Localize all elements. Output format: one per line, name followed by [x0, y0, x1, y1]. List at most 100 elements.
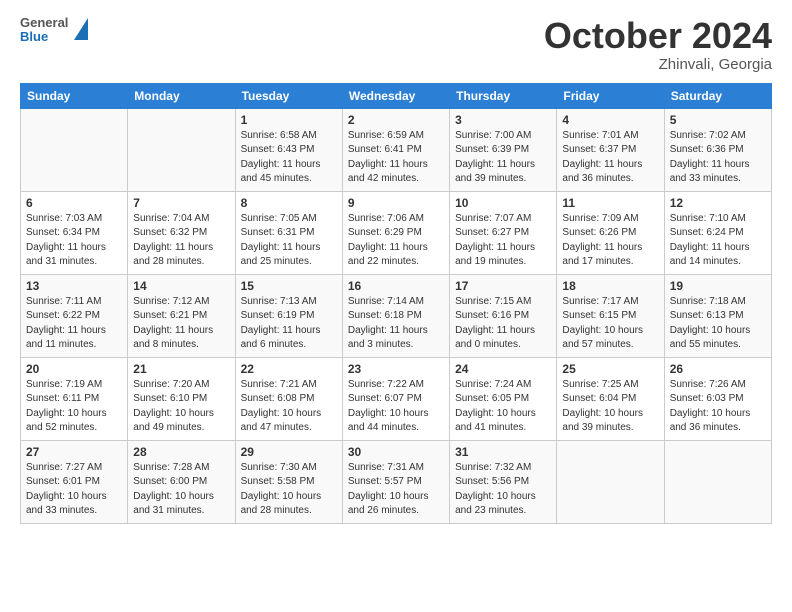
day-info: Sunrise: 7:19 AMSunset: 6:11 PMDaylight:…	[26, 379, 107, 434]
day-info: Sunrise: 7:30 AMSunset: 5:58 PMDaylight:…	[241, 462, 322, 517]
logo-text: General Blue	[20, 16, 68, 45]
calendar-cell: 14 Sunrise: 7:12 AMSunset: 6:21 PMDaylig…	[128, 274, 235, 357]
day-number: 8	[241, 196, 337, 210]
day-number: 7	[133, 196, 229, 210]
calendar-week-1: 6 Sunrise: 7:03 AMSunset: 6:34 PMDayligh…	[21, 191, 772, 274]
calendar-week-2: 13 Sunrise: 7:11 AMSunset: 6:22 PMDaylig…	[21, 274, 772, 357]
day-number: 19	[670, 279, 766, 293]
calendar-cell	[21, 108, 128, 191]
header-thursday: Thursday	[450, 83, 557, 108]
calendar-cell: 29 Sunrise: 7:30 AMSunset: 5:58 PMDaylig…	[235, 440, 342, 523]
day-number: 10	[455, 196, 551, 210]
day-number: 14	[133, 279, 229, 293]
day-info: Sunrise: 7:18 AMSunset: 6:13 PMDaylight:…	[670, 296, 751, 351]
day-info: Sunrise: 7:05 AMSunset: 6:31 PMDaylight:…	[241, 213, 321, 268]
calendar-cell: 4 Sunrise: 7:01 AMSunset: 6:37 PMDayligh…	[557, 108, 664, 191]
day-number: 3	[455, 113, 551, 127]
day-number: 16	[348, 279, 444, 293]
day-info: Sunrise: 7:32 AMSunset: 5:56 PMDaylight:…	[455, 462, 536, 517]
day-number: 28	[133, 445, 229, 459]
calendar-cell: 16 Sunrise: 7:14 AMSunset: 6:18 PMDaylig…	[342, 274, 449, 357]
day-number: 18	[562, 279, 658, 293]
calendar-cell: 23 Sunrise: 7:22 AMSunset: 6:07 PMDaylig…	[342, 357, 449, 440]
day-info: Sunrise: 7:17 AMSunset: 6:15 PMDaylight:…	[562, 296, 643, 351]
day-number: 17	[455, 279, 551, 293]
header-tuesday: Tuesday	[235, 83, 342, 108]
day-info: Sunrise: 7:11 AMSunset: 6:22 PMDaylight:…	[26, 296, 106, 351]
day-number: 30	[348, 445, 444, 459]
day-number: 21	[133, 362, 229, 376]
day-info: Sunrise: 6:58 AMSunset: 6:43 PMDaylight:…	[241, 130, 321, 185]
calendar-cell: 30 Sunrise: 7:31 AMSunset: 5:57 PMDaylig…	[342, 440, 449, 523]
calendar-body: 1 Sunrise: 6:58 AMSunset: 6:43 PMDayligh…	[21, 108, 772, 523]
calendar-week-3: 20 Sunrise: 7:19 AMSunset: 6:11 PMDaylig…	[21, 357, 772, 440]
day-number: 25	[562, 362, 658, 376]
day-number: 20	[26, 362, 122, 376]
calendar-cell: 19 Sunrise: 7:18 AMSunset: 6:13 PMDaylig…	[664, 274, 771, 357]
day-info: Sunrise: 7:27 AMSunset: 6:01 PMDaylight:…	[26, 462, 107, 517]
day-number: 23	[348, 362, 444, 376]
calendar-cell: 6 Sunrise: 7:03 AMSunset: 6:34 PMDayligh…	[21, 191, 128, 274]
calendar-cell: 12 Sunrise: 7:10 AMSunset: 6:24 PMDaylig…	[664, 191, 771, 274]
calendar-header: Sunday Monday Tuesday Wednesday Thursday…	[21, 83, 772, 108]
day-number: 6	[26, 196, 122, 210]
calendar-cell: 31 Sunrise: 7:32 AMSunset: 5:56 PMDaylig…	[450, 440, 557, 523]
day-info: Sunrise: 7:21 AMSunset: 6:08 PMDaylight:…	[241, 379, 322, 434]
calendar-cell: 22 Sunrise: 7:21 AMSunset: 6:08 PMDaylig…	[235, 357, 342, 440]
day-number: 9	[348, 196, 444, 210]
weekday-row: Sunday Monday Tuesday Wednesday Thursday…	[21, 83, 772, 108]
day-number: 26	[670, 362, 766, 376]
calendar-cell: 21 Sunrise: 7:20 AMSunset: 6:10 PMDaylig…	[128, 357, 235, 440]
day-info: Sunrise: 7:24 AMSunset: 6:05 PMDaylight:…	[455, 379, 536, 434]
header-monday: Monday	[128, 83, 235, 108]
logo: General Blue	[20, 16, 88, 45]
title-block: October 2024 Zhinvali, Georgia	[544, 16, 772, 73]
calendar-cell	[664, 440, 771, 523]
day-number: 4	[562, 113, 658, 127]
calendar-table: Sunday Monday Tuesday Wednesday Thursday…	[20, 83, 772, 524]
day-info: Sunrise: 7:10 AMSunset: 6:24 PMDaylight:…	[670, 213, 750, 268]
day-info: Sunrise: 7:03 AMSunset: 6:34 PMDaylight:…	[26, 213, 106, 268]
calendar-cell: 7 Sunrise: 7:04 AMSunset: 6:32 PMDayligh…	[128, 191, 235, 274]
calendar-cell: 8 Sunrise: 7:05 AMSunset: 6:31 PMDayligh…	[235, 191, 342, 274]
calendar-week-4: 27 Sunrise: 7:27 AMSunset: 6:01 PMDaylig…	[21, 440, 772, 523]
day-info: Sunrise: 7:25 AMSunset: 6:04 PMDaylight:…	[562, 379, 643, 434]
calendar-cell: 17 Sunrise: 7:15 AMSunset: 6:16 PMDaylig…	[450, 274, 557, 357]
calendar-cell	[557, 440, 664, 523]
calendar-cell: 10 Sunrise: 7:07 AMSunset: 6:27 PMDaylig…	[450, 191, 557, 274]
day-number: 29	[241, 445, 337, 459]
day-number: 27	[26, 445, 122, 459]
day-info: Sunrise: 7:02 AMSunset: 6:36 PMDaylight:…	[670, 130, 750, 185]
day-info: Sunrise: 7:14 AMSunset: 6:18 PMDaylight:…	[348, 296, 428, 351]
day-number: 24	[455, 362, 551, 376]
page: General Blue October 2024 Zhinvali, Geor…	[0, 0, 792, 612]
logo-line2: Blue	[20, 30, 68, 44]
calendar-cell: 1 Sunrise: 6:58 AMSunset: 6:43 PMDayligh…	[235, 108, 342, 191]
day-number: 5	[670, 113, 766, 127]
calendar-cell: 11 Sunrise: 7:09 AMSunset: 6:26 PMDaylig…	[557, 191, 664, 274]
day-info: Sunrise: 7:31 AMSunset: 5:57 PMDaylight:…	[348, 462, 429, 517]
calendar-cell: 27 Sunrise: 7:27 AMSunset: 6:01 PMDaylig…	[21, 440, 128, 523]
day-info: Sunrise: 7:26 AMSunset: 6:03 PMDaylight:…	[670, 379, 751, 434]
calendar-cell: 13 Sunrise: 7:11 AMSunset: 6:22 PMDaylig…	[21, 274, 128, 357]
day-number: 22	[241, 362, 337, 376]
calendar-cell: 3 Sunrise: 7:00 AMSunset: 6:39 PMDayligh…	[450, 108, 557, 191]
header-sunday: Sunday	[21, 83, 128, 108]
day-number: 15	[241, 279, 337, 293]
calendar-cell: 5 Sunrise: 7:02 AMSunset: 6:36 PMDayligh…	[664, 108, 771, 191]
calendar-cell: 20 Sunrise: 7:19 AMSunset: 6:11 PMDaylig…	[21, 357, 128, 440]
day-info: Sunrise: 7:01 AMSunset: 6:37 PMDaylight:…	[562, 130, 642, 185]
day-number: 31	[455, 445, 551, 459]
day-number: 12	[670, 196, 766, 210]
day-info: Sunrise: 7:15 AMSunset: 6:16 PMDaylight:…	[455, 296, 535, 351]
calendar-cell: 15 Sunrise: 7:13 AMSunset: 6:19 PMDaylig…	[235, 274, 342, 357]
calendar-cell: 26 Sunrise: 7:26 AMSunset: 6:03 PMDaylig…	[664, 357, 771, 440]
day-info: Sunrise: 7:00 AMSunset: 6:39 PMDaylight:…	[455, 130, 535, 185]
header-wednesday: Wednesday	[342, 83, 449, 108]
day-info: Sunrise: 7:22 AMSunset: 6:07 PMDaylight:…	[348, 379, 429, 434]
calendar-cell	[128, 108, 235, 191]
calendar-cell: 18 Sunrise: 7:17 AMSunset: 6:15 PMDaylig…	[557, 274, 664, 357]
calendar-cell: 25 Sunrise: 7:25 AMSunset: 6:04 PMDaylig…	[557, 357, 664, 440]
header-friday: Friday	[557, 83, 664, 108]
day-number: 1	[241, 113, 337, 127]
